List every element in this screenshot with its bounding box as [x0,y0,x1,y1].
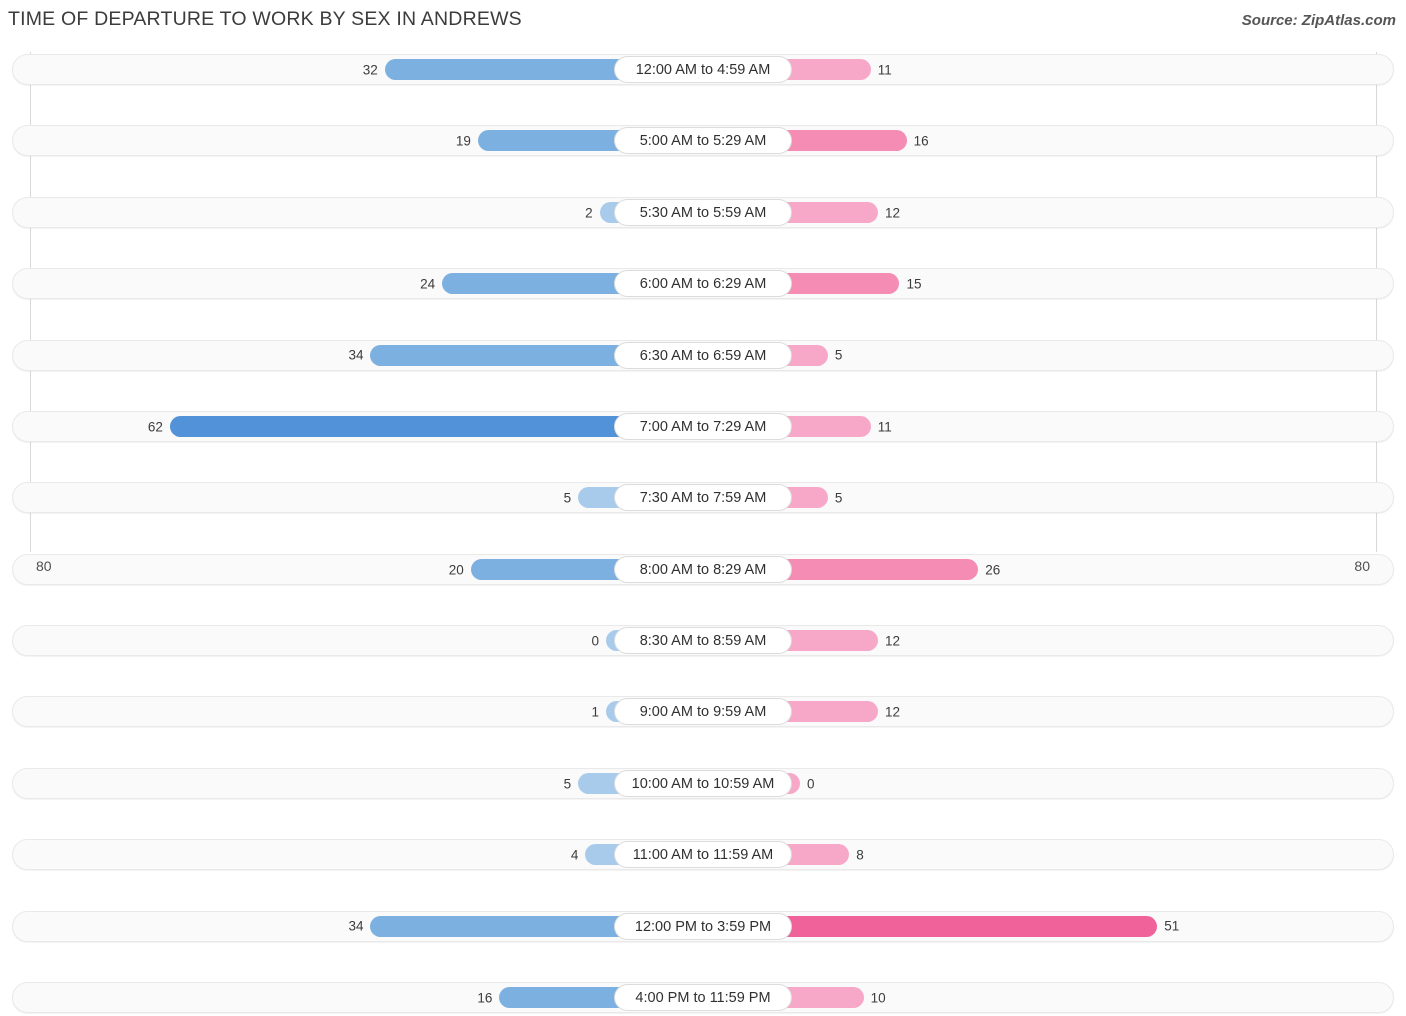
bar-value-female: 12 [884,704,900,720]
bar-value-male: 0 [591,633,599,649]
bar-value-male: 19 [455,133,471,149]
bar-female [778,130,907,152]
chart-row: 2 12 5:30 AM to 5:59 AM [0,195,1406,231]
category-label: 12:00 AM to 4:59 AM [614,56,792,83]
bar-value-female: 12 [884,205,900,221]
bar-female [778,915,1158,937]
bar-value-male: 62 [147,419,163,435]
chart-row: 34 5 6:30 AM to 6:59 AM [0,338,1406,374]
category-label: 12:00 PM to 3:59 PM [614,912,792,940]
category-label: 10:00 AM to 10:59 AM [614,769,792,797]
bar-value-female: 51 [1164,918,1180,934]
chart-row: 19 16 5:00 AM to 5:29 AM [0,123,1406,159]
bar-value-female: 16 [913,133,929,149]
category-label: 7:00 AM to 7:29 AM [614,412,792,440]
bar-female [778,201,878,223]
bar-value-female: 8 [856,847,864,863]
category-label: 5:30 AM to 5:59 AM [614,198,792,226]
chart-row: 62 11 7:00 AM to 7:29 AM [0,409,1406,445]
chart-row: 4 8 11:00 AM to 11:59 AM [0,837,1406,873]
bar-value-male: 34 [348,918,364,934]
bar-female [778,701,878,723]
bar-male [169,415,628,437]
bar-value-male: 5 [563,490,572,506]
category-label: 5:00 AM to 5:29 AM [614,127,792,155]
chart-row: 5 0 10:00 AM to 10:59 AM [0,766,1406,802]
bar-value-female: 15 [906,276,922,292]
bar-value-female: 5 [834,490,843,506]
bar-value-male: 5 [563,776,572,792]
bar-value-male: 34 [348,347,364,363]
category-label: 6:30 AM to 6:59 AM [614,341,792,369]
bar-value-female: 10 [870,990,886,1006]
bar-male [370,344,628,366]
chart-row: 1 12 9:00 AM to 9:59 AM [0,694,1406,730]
bar-value-female: 0 [807,776,815,792]
bar-value-male: 2 [585,205,593,221]
bar-female [778,630,878,652]
chart-row: 24 15 6:00 AM to 6:29 AM [0,266,1406,302]
bar-male [442,273,628,295]
chart-plot-area: 32 11 12:00 AM to 4:59 AM 19 16 5:00 AM to 5:… [0,52,1406,1014]
bar-male [384,59,628,80]
bar-value-male: 4 [570,847,579,863]
category-label: 4:00 PM to 11:59 PM [614,984,792,1012]
category-label: 9:00 AM to 9:59 AM [614,698,792,726]
bar-value-female: 12 [884,633,900,649]
bar-female [778,273,900,295]
category-label: 6:00 AM to 6:29 AM [614,270,792,298]
chart-page: TIME OF DEPARTURE TO WORK BY SEX IN ANDR… [0,0,1406,1014]
bar-value-female: 11 [877,62,892,78]
chart-row: 16 10 4:00 PM to 11:59 PM [0,980,1406,1016]
bar-male [477,130,628,152]
chart-row: 34 51 12:00 PM to 3:59 PM [0,909,1406,945]
category-label: 7:30 AM to 7:59 AM [614,484,792,512]
bar-value-female: 5 [834,347,843,363]
category-label: 8:30 AM to 8:59 AM [614,627,792,655]
bar-value-female: 11 [877,419,892,435]
chart-row: 5 5 7:30 AM to 7:59 AM [0,480,1406,516]
page-title: TIME OF DEPARTURE TO WORK BY SEX IN ANDR… [8,8,522,30]
category-label: 8:00 AM to 8:29 AM [614,555,792,583]
category-label: 11:00 AM to 11:59 AM [614,841,792,869]
bar-value-male: 16 [477,990,493,1006]
chart-row: 0 12 8:30 AM to 8:59 AM [0,623,1406,659]
source-attribution: Source: ZipAtlas.com [1241,12,1396,29]
bar-male [370,915,628,937]
bar-male [499,987,628,1009]
bar-value-male: 24 [420,276,436,292]
bar-value-male: 1 [591,704,599,720]
bar-value-male: 32 [362,62,378,78]
chart-row: 32 11 12:00 AM to 4:59 AM [0,52,1406,88]
